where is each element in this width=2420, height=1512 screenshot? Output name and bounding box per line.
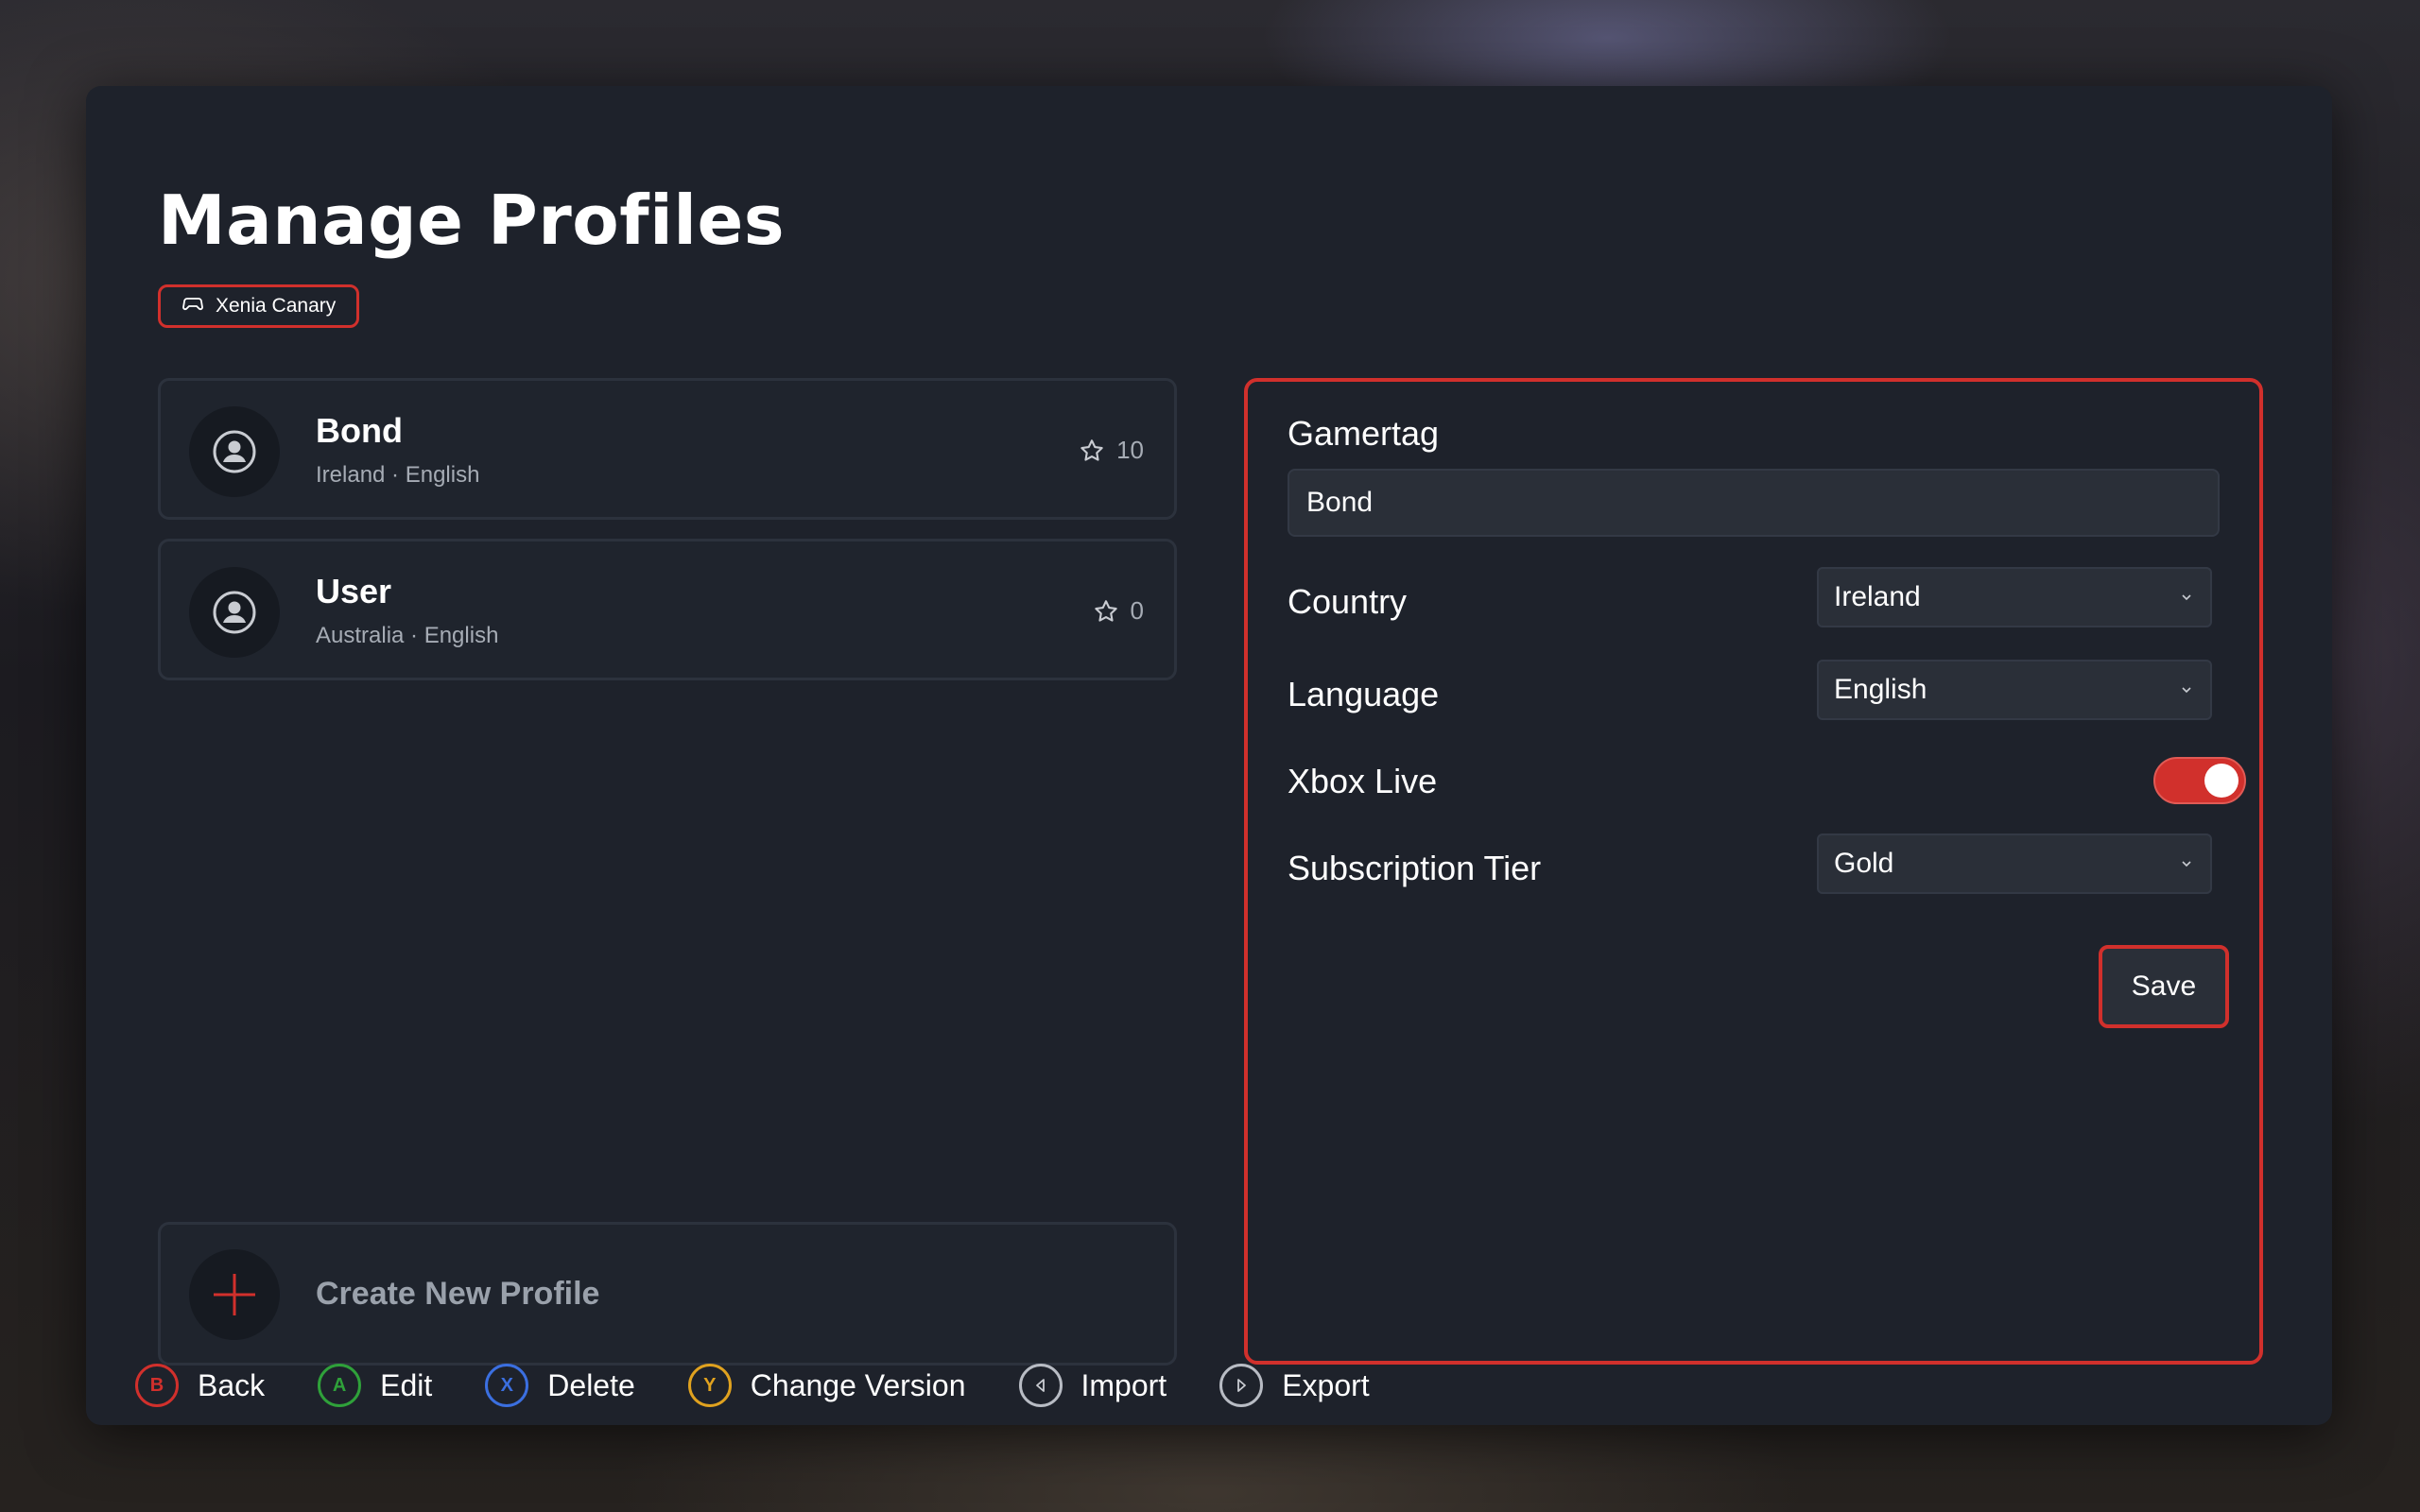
profile-name: Bond	[316, 411, 403, 450]
profile-editor: Gamertag Country Ireland Language Englis…	[1244, 378, 2263, 1365]
language-select[interactable]: English	[1817, 660, 2212, 720]
hint-import[interactable]: Import	[1018, 1364, 1167, 1407]
subscription-tier-select[interactable]: Gold	[1817, 833, 2212, 894]
controller-hints: B Back A Edit X Delete Y Change Version …	[135, 1364, 1423, 1407]
avatar	[189, 406, 280, 497]
hint-export[interactable]: Export	[1219, 1364, 1370, 1407]
profile-locale: Ireland · English	[316, 462, 480, 488]
profile-list: Bond Ireland · English 10 User Australia…	[158, 378, 1177, 699]
subscription-tier-label: Subscription Tier	[1288, 849, 1542, 887]
country-value: Ireland	[1834, 581, 1921, 612]
chevron-down-icon	[2182, 594, 2191, 601]
gamerscore: 10	[1079, 436, 1144, 465]
profile-name: User	[316, 572, 392, 610]
plus-icon	[214, 1274, 255, 1315]
gamertag-input[interactable]	[1288, 469, 2220, 537]
right-trigger-icon	[1219, 1364, 1264, 1407]
create-profile-label: Create New Profile	[316, 1276, 600, 1312]
hint-label: Change Version	[750, 1367, 966, 1402]
page-title: Manage Profiles	[158, 180, 786, 260]
hint-label: Export	[1282, 1367, 1370, 1402]
hint-label: Delete	[547, 1367, 635, 1402]
gamerscore-value: 0	[1130, 596, 1144, 625]
profile-card-bond[interactable]: Bond Ireland · English 10	[158, 378, 1177, 520]
manage-profiles-dialog: Manage Profiles Xenia Canary Bond Irelan…	[86, 86, 2332, 1425]
hint-label: Import	[1080, 1367, 1167, 1402]
hint-delete[interactable]: X Delete	[485, 1364, 635, 1407]
hint-back[interactable]: B Back	[135, 1364, 265, 1407]
x-button-icon: X	[485, 1364, 529, 1407]
gamertag-label: Gamertag	[1288, 414, 1440, 453]
language-label: Language	[1288, 675, 1440, 713]
xbox-live-label: Xbox Live	[1288, 762, 1438, 800]
profile-card-user[interactable]: User Australia · English 0	[158, 539, 1177, 680]
user-icon	[213, 591, 256, 634]
hint-edit[interactable]: A Edit	[318, 1364, 432, 1407]
profile-locale: Australia · English	[316, 623, 499, 648]
chevron-down-icon	[2182, 861, 2191, 868]
left-trigger-icon	[1018, 1364, 1063, 1407]
hint-label: Edit	[380, 1367, 433, 1402]
star-icon	[1094, 599, 1117, 622]
xbox-live-toggle[interactable]	[2153, 757, 2246, 804]
avatar	[189, 1249, 280, 1340]
a-button-icon: A	[318, 1364, 362, 1407]
create-profile-button[interactable]: Create New Profile	[158, 1222, 1177, 1366]
hint-change-version[interactable]: Y Change Version	[687, 1364, 966, 1407]
save-button[interactable]: Save	[2099, 945, 2229, 1028]
star-icon	[1080, 438, 1103, 461]
version-chip[interactable]: Xenia Canary	[158, 284, 360, 328]
version-label: Xenia Canary	[216, 295, 337, 317]
user-icon	[213, 430, 256, 473]
gamerscore: 0	[1093, 596, 1144, 626]
chevron-down-icon	[2182, 687, 2191, 694]
gamerscore-value: 10	[1116, 436, 1144, 464]
language-value: English	[1834, 674, 1927, 705]
y-button-icon: Y	[687, 1364, 732, 1407]
toggle-knob	[2204, 764, 2238, 798]
hint-label: Back	[198, 1367, 266, 1402]
country-select[interactable]: Ireland	[1817, 567, 2212, 627]
country-label: Country	[1288, 582, 1408, 621]
tier-value: Gold	[1834, 848, 1894, 879]
b-button-icon: B	[135, 1364, 179, 1407]
avatar	[189, 567, 280, 658]
gamepad-icon	[182, 292, 204, 320]
